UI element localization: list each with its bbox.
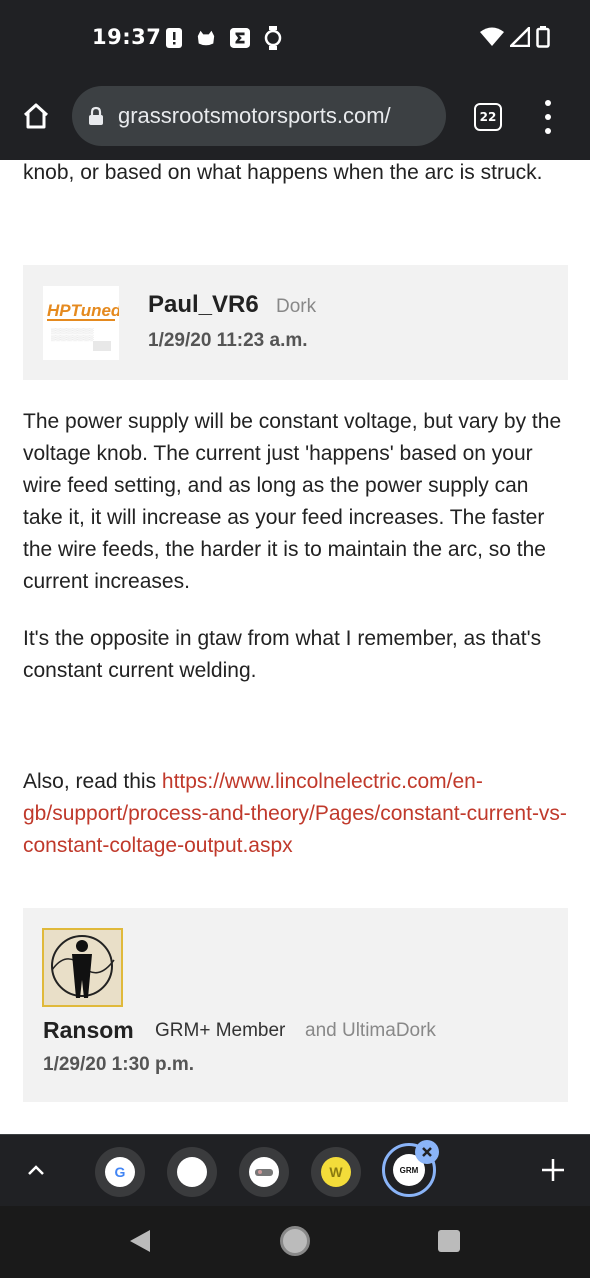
author-rank: Dork xyxy=(276,296,317,317)
watch-icon xyxy=(263,26,283,50)
site-favicon-icon xyxy=(249,1157,279,1187)
post-text-fragment: knob, or based on what happens when the … xyxy=(23,161,543,184)
post-paragraph: The power supply will be constant voltag… xyxy=(23,410,562,593)
chevron-up-icon[interactable] xyxy=(24,1159,48,1183)
tab-strip: G W GRM xyxy=(0,1134,590,1206)
tab-switcher-button[interactable]: 22 xyxy=(474,103,502,131)
tab-thumbnail[interactable]: W xyxy=(311,1147,361,1197)
avatar[interactable] xyxy=(42,928,123,1007)
system-nav-bar xyxy=(0,1206,590,1278)
recents-icon[interactable] xyxy=(438,1230,460,1252)
avatar-logo-text: HPTuned xyxy=(47,301,119,320)
post-author[interactable]: Paul_VR6 xyxy=(148,291,259,319)
url-text: grassrootsmotorsports.com/ xyxy=(118,103,391,128)
tab-thumbnail[interactable] xyxy=(239,1147,289,1197)
tab-thumbnail[interactable] xyxy=(167,1147,217,1197)
link-lead-text: Also, read this xyxy=(23,770,162,793)
blank-page-icon xyxy=(177,1157,207,1187)
post-header: Ransom GRM+ Member and UltimaDork 1/29/2… xyxy=(23,908,568,1102)
back-icon[interactable] xyxy=(128,1228,152,1254)
svg-text:▒▒▒▒▒: ▒▒▒▒▒ xyxy=(51,327,94,341)
page-content: knob, or based on what happens when the … xyxy=(0,160,590,1134)
membership-badge: GRM+ Member xyxy=(155,1020,286,1041)
close-tab-button[interactable] xyxy=(415,1140,439,1164)
browser-toolbar: grassrootsmotorsports.com/ 22 xyxy=(0,80,590,160)
author-rank: and UltimaDork xyxy=(305,1020,436,1041)
status-bar: 19:37 xyxy=(0,0,590,80)
tab-thumbnail[interactable]: G xyxy=(95,1147,145,1197)
avatar[interactable]: HPTuned ▒▒▒▒▒ xyxy=(43,286,119,360)
post-date[interactable]: 1/29/20 1:30 p.m. xyxy=(43,1054,194,1076)
post-date[interactable]: 1/29/20 11:23 a.m. xyxy=(148,330,308,352)
post-paragraph: It's the opposite in gtaw from what I re… xyxy=(23,627,542,682)
sigma-icon xyxy=(230,26,250,50)
overflow-menu-button[interactable] xyxy=(540,100,556,134)
close-icon xyxy=(422,1147,432,1157)
clock: 19:37 xyxy=(92,25,162,49)
post-paragraph: Also, read this https://www.lincolnelect… xyxy=(23,766,571,862)
menu-dot-icon xyxy=(545,100,551,106)
menu-dot-icon xyxy=(545,114,551,120)
post-header: HPTuned ▒▒▒▒▒ Paul_VR6 Dork 1/29/20 11:2… xyxy=(23,265,568,380)
battery-icon xyxy=(536,26,550,48)
home-button[interactable] xyxy=(18,98,54,134)
signal-icon xyxy=(510,27,530,47)
wifi-icon xyxy=(480,27,504,46)
home-icon xyxy=(23,103,49,129)
google-icon: G xyxy=(105,1157,135,1187)
address-bar[interactable]: grassrootsmotorsports.com/ xyxy=(72,86,446,146)
lock-icon xyxy=(88,105,106,127)
w-favicon-icon: W xyxy=(321,1157,351,1187)
new-tab-plus-icon[interactable] xyxy=(540,1157,566,1183)
home-nav-icon[interactable] xyxy=(280,1226,310,1256)
post-author[interactable]: Ransom xyxy=(43,1017,134,1044)
menu-dot-icon xyxy=(545,128,551,134)
alert-icon xyxy=(164,26,184,50)
cat-icon xyxy=(196,26,216,50)
